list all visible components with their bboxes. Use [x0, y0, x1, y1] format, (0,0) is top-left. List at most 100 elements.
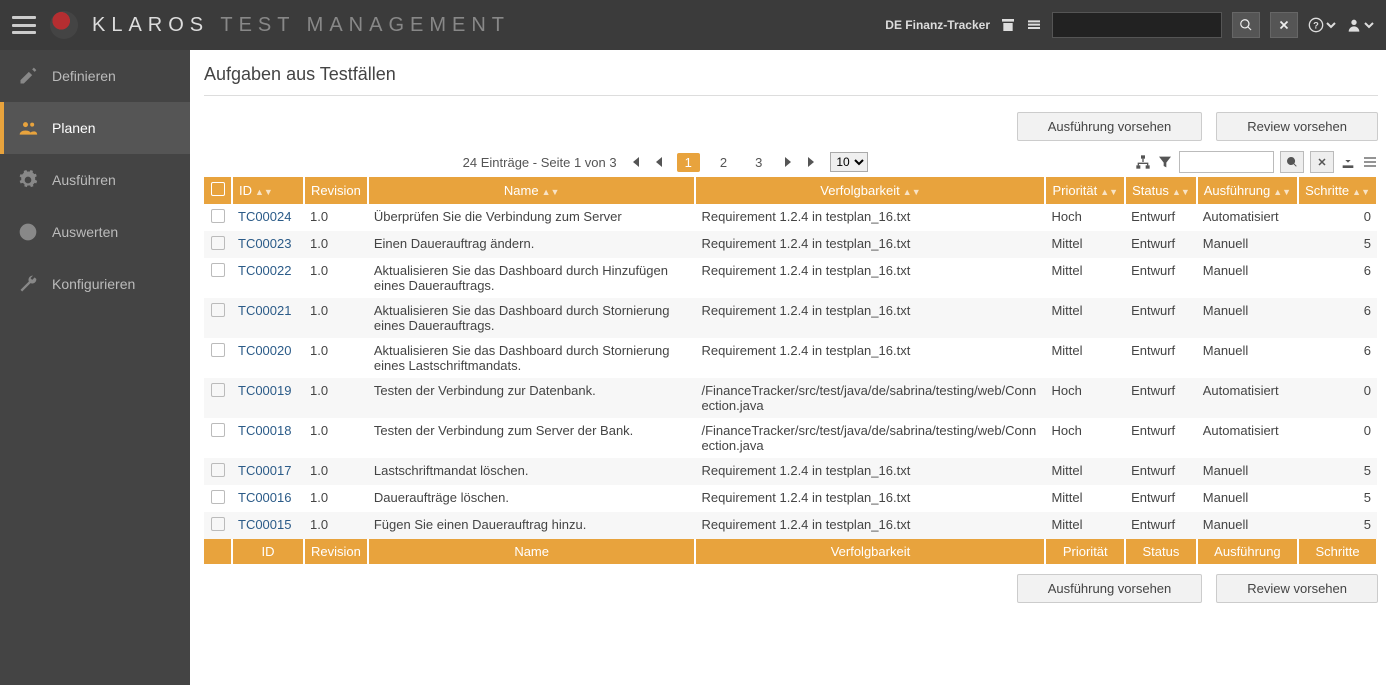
testcase-id-link[interactable]: TC00018 — [238, 423, 291, 438]
table-row: TC000191.0Testen der Verbindung zur Date… — [204, 378, 1377, 418]
cell-execution: Manuell — [1197, 458, 1298, 485]
cell-name: Aktualisieren Sie das Dashboard durch Hi… — [368, 258, 696, 298]
pager-page-2[interactable]: 2 — [712, 153, 735, 172]
table-row: TC00017 1.0Lastschriftmandat löschen.Requ… — [204, 458, 1377, 485]
table-filter-input[interactable] — [1179, 151, 1274, 173]
row-checkbox[interactable] — [211, 423, 225, 437]
chevron-down-icon — [1364, 20, 1374, 30]
cell-revision: 1.0 — [304, 258, 368, 298]
testcase-id-link[interactable]: TC00019 — [238, 383, 291, 398]
table-row: TC00018 1.0Testen der Verbindung zum Serv… — [204, 418, 1377, 458]
global-search-input[interactable] — [1052, 12, 1222, 38]
sidebar-item-plan[interactable]: Planen — [0, 102, 190, 154]
clear-search-button[interactable] — [1270, 12, 1298, 38]
plan-execution-button[interactable]: Ausführung vorsehen — [1017, 112, 1203, 141]
cell-execution: Manuell — [1197, 298, 1298, 338]
table-toolbar: 24 Einträge - Seite 1 von 3 1 2 3 10 — [204, 151, 1378, 173]
table-clear-button[interactable] — [1310, 151, 1334, 173]
col-exec-footer: Ausführung — [1197, 539, 1298, 564]
download-icon[interactable] — [1340, 154, 1356, 170]
col-name[interactable]: Name▲▼ — [368, 177, 696, 204]
col-status[interactable]: Status▲▼ — [1125, 177, 1197, 204]
testcase-id-link[interactable]: TC00022 — [238, 263, 291, 278]
col-id-footer: ID — [232, 539, 304, 564]
cell-revision: 1.0 — [304, 418, 368, 458]
row-checkbox[interactable] — [211, 383, 225, 397]
row-checkbox[interactable] — [211, 463, 225, 477]
plan-execution-button-bottom[interactable]: Ausführung vorsehen — [1017, 574, 1203, 603]
cell-status: Entwurf — [1125, 485, 1197, 512]
help-menu[interactable]: ? — [1308, 17, 1336, 33]
col-execution[interactable]: Ausführung▲▼ — [1197, 177, 1298, 204]
pager-first-icon[interactable] — [629, 156, 641, 168]
main-content: Aufgaben aus Testfällen Ausführung vorse… — [190, 50, 1386, 685]
cell-priority: Mittel — [1045, 512, 1125, 539]
cell-name: Testen der Verbindung zum Server der Ban… — [368, 418, 696, 458]
cell-status: Entwurf — [1125, 512, 1197, 539]
pager-page-3[interactable]: 3 — [747, 153, 770, 172]
hierarchy-icon[interactable] — [1135, 154, 1151, 170]
testcase-id-link[interactable]: TC00016 — [238, 490, 291, 505]
archive-icon[interactable] — [1000, 17, 1016, 33]
more-menu-icon[interactable] — [1362, 154, 1378, 170]
cell-trace: Requirement 1.2.4 in testplan_16.txt — [695, 231, 1045, 258]
cell-revision: 1.0 — [304, 204, 368, 231]
row-checkbox[interactable] — [211, 236, 225, 250]
sidebar-item-execute[interactable]: Ausführen — [0, 154, 190, 206]
sidebar-item-evaluate[interactable]: Auswerten — [0, 206, 190, 258]
cell-revision: 1.0 — [304, 458, 368, 485]
col-priority[interactable]: Priorität▲▼ — [1045, 177, 1125, 204]
plan-review-button[interactable]: Review vorsehen — [1216, 112, 1378, 141]
row-checkbox[interactable] — [211, 343, 225, 357]
cell-trace: /FinanceTracker/src/test/java/de/sabrina… — [695, 418, 1045, 458]
table-row: TC000151.0Fügen Sie einen Dauerauftrag h… — [204, 512, 1377, 539]
col-trace[interactable]: Verfolgbarkeit▲▼ — [695, 177, 1045, 204]
testcase-id-link[interactable]: TC00015 — [238, 517, 291, 532]
testcase-id-link[interactable]: TC00020 — [238, 343, 291, 358]
user-menu[interactable] — [1346, 17, 1374, 33]
row-checkbox[interactable] — [211, 303, 225, 317]
cell-name: Lastschriftmandat löschen. — [368, 458, 696, 485]
cell-execution: Manuell — [1197, 485, 1298, 512]
col-revision: Revision — [304, 177, 368, 204]
filter-icon[interactable] — [1157, 154, 1173, 170]
testcase-id-link[interactable]: TC00023 — [238, 236, 291, 251]
row-checkbox[interactable] — [211, 263, 225, 277]
select-all-checkbox[interactable] — [211, 182, 225, 196]
col-steps[interactable]: Schritte▲▼ — [1298, 177, 1377, 204]
pager-last-icon[interactable] — [806, 156, 818, 168]
cell-execution: Manuell — [1197, 258, 1298, 298]
pager-page-1[interactable]: 1 — [677, 153, 700, 172]
cell-trace: Requirement 1.2.4 in testplan_16.txt — [695, 458, 1045, 485]
testcase-id-link[interactable]: TC00021 — [238, 303, 291, 318]
table-search-button[interactable] — [1280, 151, 1304, 173]
testcase-id-link[interactable]: TC00024 — [238, 209, 291, 224]
table-row: TC00022 1.0Aktualisieren Sie das Dashboar… — [204, 258, 1377, 298]
users-icon — [18, 118, 38, 138]
row-checkbox[interactable] — [211, 517, 225, 531]
plan-review-button-bottom[interactable]: Review vorsehen — [1216, 574, 1378, 603]
cell-revision: 1.0 — [304, 231, 368, 258]
sidebar-item-configure[interactable]: Konfigurieren — [0, 258, 190, 310]
cell-priority: Mittel — [1045, 231, 1125, 258]
sidebar-item-define[interactable]: Definieren — [0, 50, 190, 102]
row-checkbox[interactable] — [211, 490, 225, 504]
cell-trace: Requirement 1.2.4 in testplan_16.txt — [695, 298, 1045, 338]
list-icon[interactable] — [1026, 17, 1042, 33]
page-size-select[interactable]: 10 — [830, 152, 868, 172]
cell-trace: Requirement 1.2.4 in testplan_16.txt — [695, 338, 1045, 378]
cell-priority: Hoch — [1045, 378, 1125, 418]
table-row: TC000201.0Aktualisieren Sie das Dashboar… — [204, 338, 1377, 378]
pager-next-icon[interactable] — [782, 156, 794, 168]
search-button[interactable] — [1232, 12, 1260, 38]
topbar: KLAROS TEST MANAGEMENT DE Finanz-Tracker… — [0, 0, 1386, 50]
cell-execution: Automatisiert — [1197, 204, 1298, 231]
testcase-id-link[interactable]: TC00017 — [238, 463, 291, 478]
row-checkbox[interactable] — [211, 209, 225, 223]
menu-toggle-icon[interactable] — [12, 16, 36, 34]
cell-steps: 5 — [1298, 231, 1377, 258]
pager-prev-icon[interactable] — [653, 156, 665, 168]
cell-name: Aktualisieren Sie das Dashboard durch St… — [368, 338, 696, 378]
page-title: Aufgaben aus Testfällen — [204, 64, 1378, 96]
col-id[interactable]: ID▲▼ — [232, 177, 304, 204]
